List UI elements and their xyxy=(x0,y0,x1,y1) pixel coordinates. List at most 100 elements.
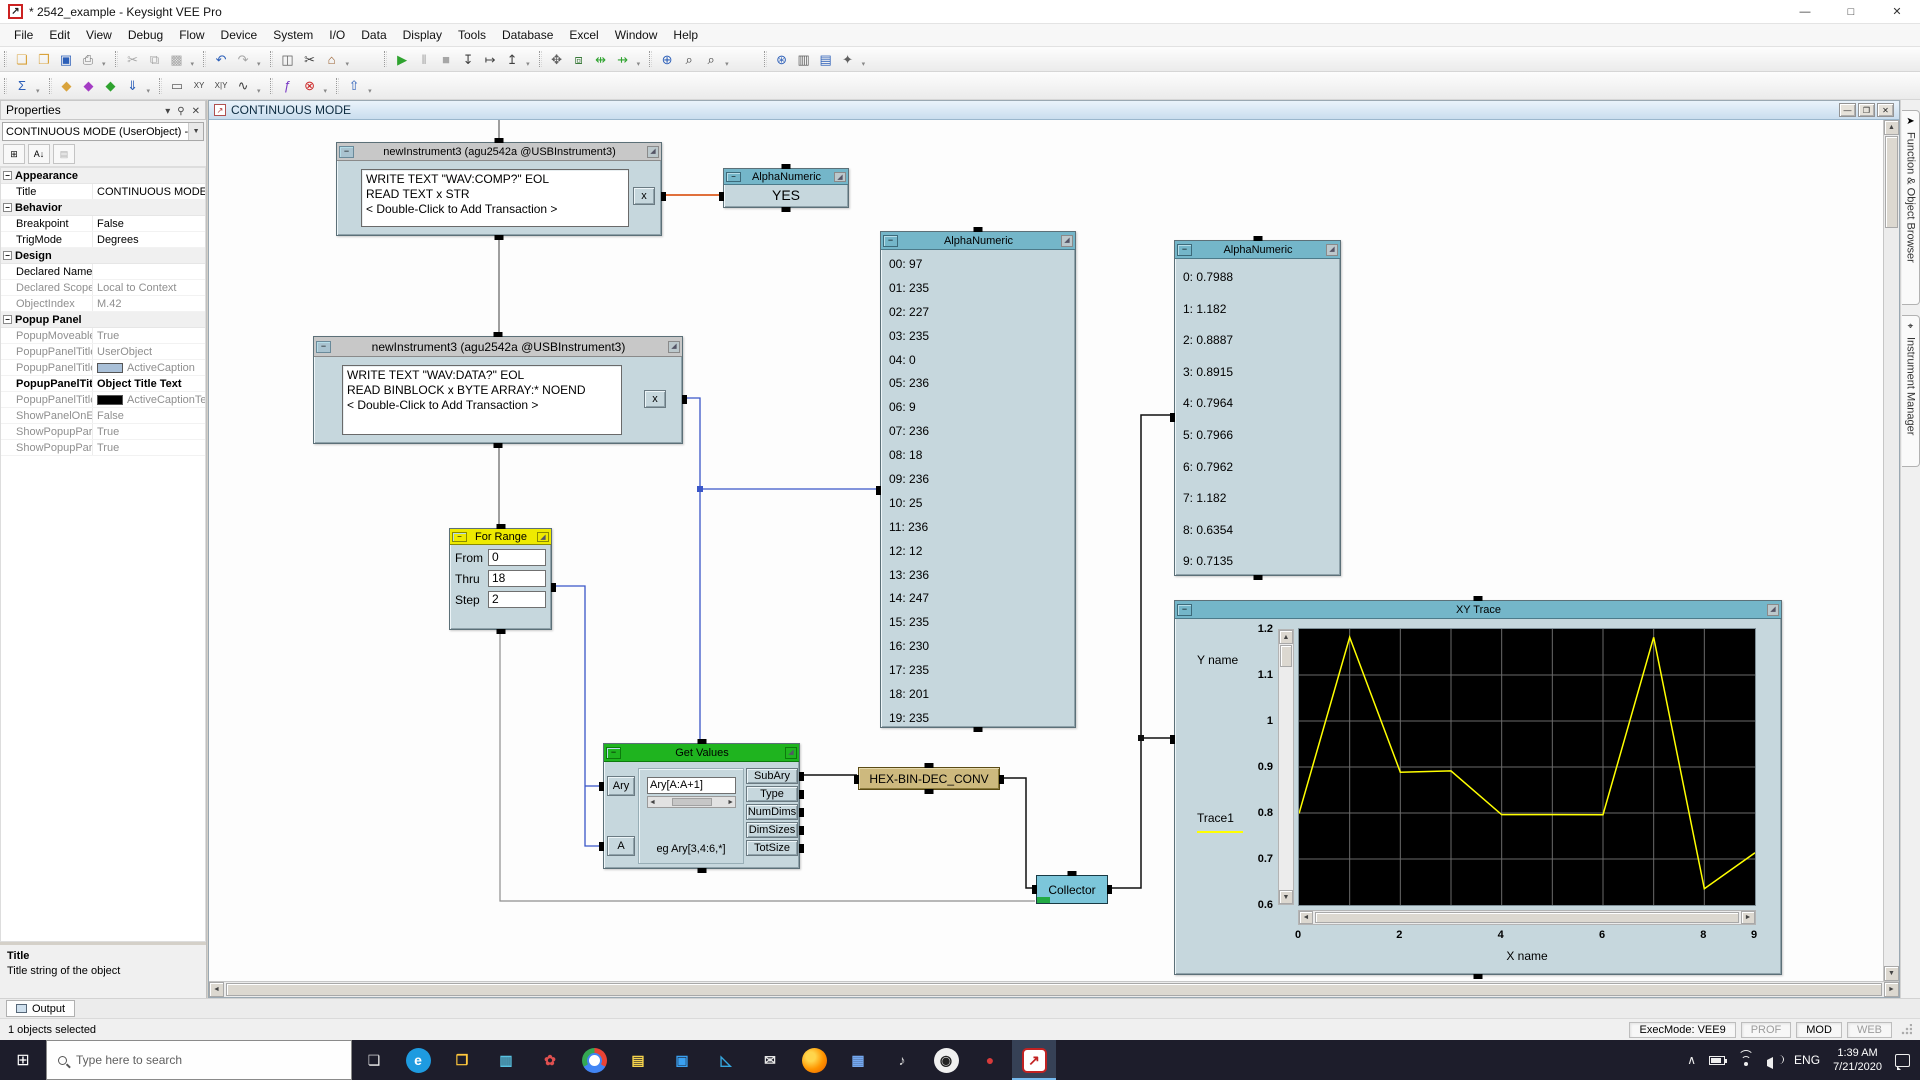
workspace-close-button[interactable]: ✕ xyxy=(1877,103,1894,117)
instrument-object-1[interactable]: − newInstrument3 (agu2542a @USBInstrumen… xyxy=(336,142,662,236)
menu-help[interactable]: Help xyxy=(665,25,706,45)
property-group-row[interactable]: −Design xyxy=(1,248,205,264)
object-selector-combo[interactable]: CONTINUOUS MODE (UserObject) - ▼ xyxy=(2,122,204,141)
minimize-icon[interactable]: − xyxy=(1177,244,1192,256)
transaction-line[interactable]: READ BINBLOCK x BYTE ARRAY:* NOEND xyxy=(347,383,617,398)
scroll-down-icon[interactable]: ▼ xyxy=(1279,890,1293,904)
sequence-out-pin[interactable] xyxy=(1474,974,1483,979)
taskbar-app-icon-calculator[interactable]: ▦ xyxy=(836,1040,880,1080)
import-icon[interactable]: ⇓ xyxy=(122,75,144,97)
minimize-icon[interactable]: − xyxy=(1177,604,1192,616)
program-card-icon[interactable]: ▤ xyxy=(815,48,837,70)
waveform-display-icon[interactable]: ∿ xyxy=(232,75,254,97)
taskbar-app-icon-store[interactable]: ▥ xyxy=(484,1040,528,1080)
toolbar-overflow-icon[interactable]: ▾ xyxy=(188,60,196,70)
property-value[interactable]: M.42 xyxy=(93,296,205,311)
scroll-thumb[interactable] xyxy=(1280,645,1292,667)
sequence-out-pin[interactable] xyxy=(494,443,503,448)
toolbar-overflow-icon[interactable]: ▾ xyxy=(365,87,373,97)
go-home-icon[interactable]: ⌂ xyxy=(321,48,343,70)
property-group-row[interactable]: −Appearance xyxy=(1,168,205,184)
menu-debug[interactable]: Debug xyxy=(120,25,171,45)
toolbar-overflow-icon[interactable]: ▾ xyxy=(722,60,730,70)
property-row[interactable]: PopupPanelTitleObject Title Text xyxy=(1,376,205,392)
data-in-pin[interactable] xyxy=(1170,735,1175,744)
transaction-line[interactable]: WRITE TEXT "WAV:COMP?" EOL xyxy=(366,172,624,187)
scroll-left-icon[interactable]: ◄ xyxy=(209,982,224,997)
property-row[interactable]: Declared ScopeLocal to Context xyxy=(1,280,205,296)
legend-trace1[interactable]: Trace1 xyxy=(1197,811,1234,825)
property-value[interactable]: UserObject xyxy=(93,344,205,359)
data-out-pin[interactable] xyxy=(799,808,804,817)
program-canvas[interactable]: − newInstrument3 (agu2542a @USBInstrumen… xyxy=(209,120,1883,981)
data-out-pin[interactable] xyxy=(551,583,556,592)
clean-up-lines-icon[interactable]: ✂ xyxy=(299,48,321,70)
xy-display-icon[interactable]: XY xyxy=(188,75,210,97)
combo-arrow-icon[interactable]: ▼ xyxy=(188,123,203,140)
print-icon[interactable]: ⎙ xyxy=(77,48,99,70)
a-in-pin[interactable] xyxy=(599,842,604,851)
find-icon[interactable]: ⌕ xyxy=(678,48,700,70)
remote-display-icon[interactable]: ▥ xyxy=(793,48,815,70)
workspace-vertical-scrollbar[interactable]: ▲ ▼ xyxy=(1883,120,1899,981)
tray-chevron-icon[interactable]: ∧ xyxy=(1687,1053,1696,1067)
paste-icon[interactable]: ▩ xyxy=(166,48,188,70)
notification-icon[interactable] xyxy=(1895,1054,1910,1067)
stop-icon[interactable]: ■ xyxy=(435,48,457,70)
output-terminal-numdims[interactable]: NumDims xyxy=(746,804,798,820)
secured-panel-icon[interactable]: ◫ xyxy=(277,48,299,70)
zoom-icon[interactable]: ⊕ xyxy=(656,48,678,70)
minimize-icon[interactable]: − xyxy=(339,146,354,158)
data-out-pin[interactable] xyxy=(999,775,1004,784)
toolbar-grip-icon[interactable] xyxy=(384,51,387,67)
toolbar-overflow-icon[interactable]: ▾ xyxy=(254,60,262,70)
property-group-row[interactable]: −Behavior xyxy=(1,200,205,216)
plot-horizontal-scrollbar[interactable]: ◄ ► xyxy=(1298,910,1756,925)
minimize-icon[interactable]: − xyxy=(316,341,331,353)
database-icon[interactable]: ◆ xyxy=(78,75,100,97)
taskbar-app-icon-red-app[interactable]: ● xyxy=(968,1040,1012,1080)
sequence-in-pin[interactable] xyxy=(974,227,983,232)
field-input[interactable]: 2 xyxy=(488,591,546,608)
settings-icon[interactable]: ✦ xyxy=(837,48,859,70)
property-row[interactable]: PopupPanelTitleUserObject xyxy=(1,344,205,360)
object-title-bar[interactable]: − AlphaNumeric ◢ xyxy=(724,169,848,185)
undo-icon[interactable]: ↶ xyxy=(210,48,232,70)
toolbar-overflow-icon[interactable]: ▾ xyxy=(33,87,41,97)
property-row[interactable]: PopupPanelTitleActiveCaptionTe xyxy=(1,392,205,408)
output-pin-x[interactable]: x xyxy=(633,187,655,205)
sequence-in-pin[interactable] xyxy=(1068,871,1077,876)
field-input[interactable]: 18 xyxy=(488,570,546,587)
property-value[interactable]: True xyxy=(93,440,205,455)
expression-scrollbar[interactable]: ◄► xyxy=(647,796,736,808)
data-in-pin[interactable] xyxy=(876,486,881,495)
close-icon[interactable]: ✕ xyxy=(192,106,200,117)
sequence-in-pin[interactable] xyxy=(697,739,706,744)
taskbar-app-icon-file-explorer[interactable]: ❒ xyxy=(440,1040,484,1080)
alphabetical-sort-icon[interactable]: A↓ xyxy=(28,144,50,164)
input-terminal-ary[interactable]: Ary xyxy=(607,776,635,796)
sequence-in-pin[interactable] xyxy=(925,763,934,768)
pan-icon[interactable]: ✥ xyxy=(546,48,568,70)
toolbar-grip-icon[interactable] xyxy=(4,78,7,94)
minimize-button[interactable]: — xyxy=(1782,0,1828,23)
polar-display-icon[interactable]: X|Y xyxy=(210,75,232,97)
property-row[interactable]: ShowPopupParTrue xyxy=(1,424,205,440)
xeq-pin[interactable] xyxy=(1037,897,1050,903)
property-row[interactable]: BreakpointFalse xyxy=(1,216,205,232)
toolbar-grip-icon[interactable] xyxy=(764,51,767,67)
web-server-icon[interactable]: ⊛ xyxy=(771,48,793,70)
property-row[interactable]: ObjectIndexM.42 xyxy=(1,296,205,312)
property-value[interactable]: Object Title Text xyxy=(93,376,205,391)
size-to-fit-icon[interactable]: ⇹ xyxy=(590,48,612,70)
toolbar-grip-icon[interactable] xyxy=(336,78,339,94)
scroll-left-icon[interactable]: ◄ xyxy=(1299,911,1313,924)
workspace-minimize-button[interactable]: — xyxy=(1839,103,1856,117)
scroll-up-icon[interactable]: ▲ xyxy=(1279,630,1293,644)
language-indicator[interactable]: ENG xyxy=(1794,1053,1820,1067)
redo-icon[interactable]: ↷ xyxy=(232,48,254,70)
resize-icon[interactable]: ◢ xyxy=(1767,604,1779,616)
alphanumeric-decimal-list[interactable]: − AlphaNumeric ◢ 0: 0.79881: 1.1822: 0.8… xyxy=(1174,240,1341,576)
resize-icon[interactable]: ◢ xyxy=(834,172,846,182)
menu-flow[interactable]: Flow xyxy=(171,25,212,45)
